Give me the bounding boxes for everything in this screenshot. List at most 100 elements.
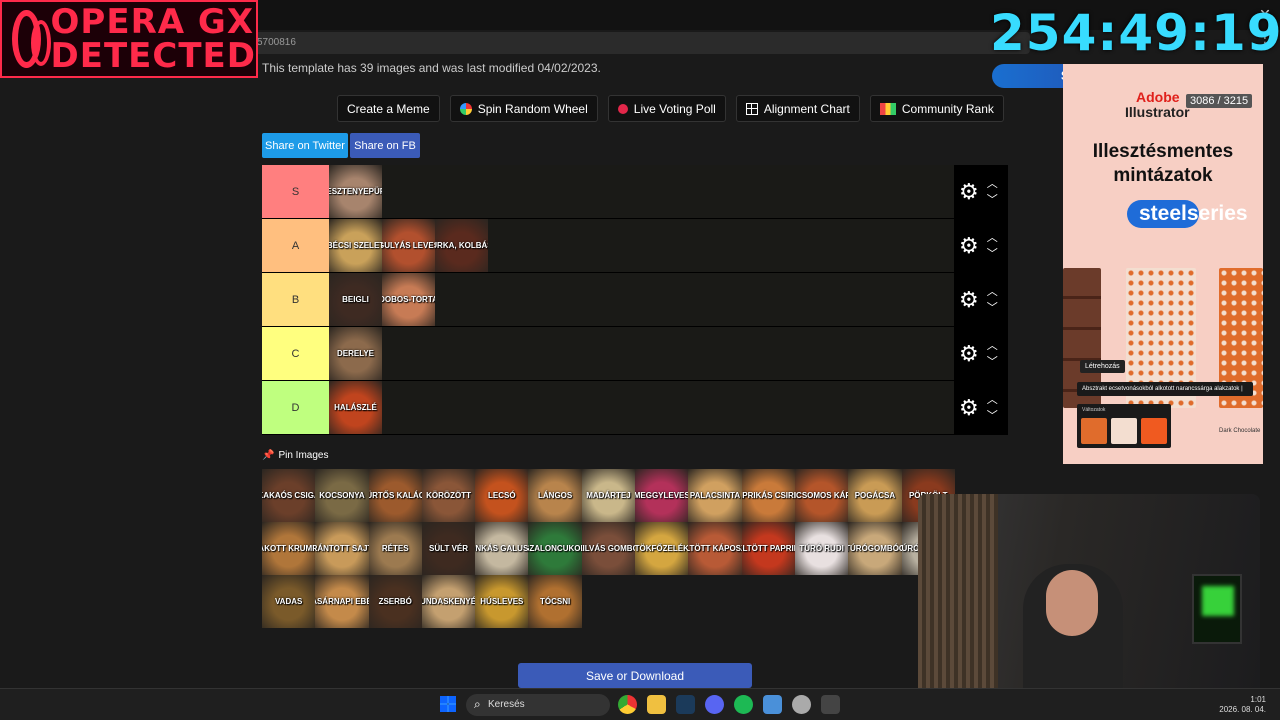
food-image[interactable]: KÖRÖZÖTT <box>421 469 476 522</box>
food-label: VADAS <box>274 597 303 606</box>
chevron-up-icon[interactable]: ︿ <box>987 338 998 354</box>
food-image[interactable]: SONKÁS GALUSKA <box>475 522 529 575</box>
food-label: TÚRÓGOMBÓC <box>848 544 901 553</box>
tier-label[interactable]: S <box>262 165 329 218</box>
create-meme-button[interactable]: Create a Meme <box>337 95 440 122</box>
food-image[interactable]: SZILVÁS GOMBÓC <box>581 522 636 575</box>
pin-images-toggle[interactable]: 📌 Pin Images <box>262 450 328 461</box>
food-label: MADÁRTEJ <box>586 491 631 500</box>
food-image[interactable]: BÉCSI SZELET <box>329 219 382 272</box>
steam-icon[interactable] <box>676 695 695 714</box>
discord-icon[interactable] <box>705 695 724 714</box>
variant-swatch <box>1081 418 1107 444</box>
food-image[interactable]: MADÁRTEJ <box>581 469 636 522</box>
voting-poll-button[interactable]: Live Voting Poll <box>607 95 726 122</box>
food-image[interactable]: GESZTENYEPÜRÉ <box>329 165 382 218</box>
food-label: HALÁSZLÉ <box>334 403 377 412</box>
food-image[interactable]: PAPRIKÁS CSIRKE <box>741 469 795 522</box>
community-rank-button[interactable]: Community Rank <box>869 95 1004 122</box>
food-image[interactable]: DOBOS-TORTA <box>382 273 435 326</box>
gear-icon[interactable]: ⚙ <box>959 180 979 203</box>
food-image[interactable]: HÚSLEVES <box>475 575 529 628</box>
sidebar-ad[interactable]: Adobe Illustrator 3086 / 3215 Illesztésm… <box>1063 64 1263 464</box>
food-image[interactable]: LECSÓ <box>475 469 529 522</box>
chevron-down-icon[interactable]: ﹀ <box>987 300 998 316</box>
food-image[interactable]: VADAS <box>262 575 316 628</box>
food-image[interactable]: PALACSINTA <box>688 469 742 522</box>
food-image[interactable]: TÓCSNI <box>528 575 582 628</box>
notepad-icon[interactable] <box>763 695 782 714</box>
gear-icon[interactable]: ⚙ <box>959 288 979 311</box>
app-icon[interactable] <box>821 695 840 714</box>
chevron-down-icon[interactable]: ﹀ <box>987 192 998 208</box>
variant-swatch <box>1141 418 1167 444</box>
tier-items[interactable]: DERELYE <box>329 327 954 380</box>
food-image[interactable]: PARADICSOMOS KÁPOSZTA <box>794 469 849 522</box>
ad-brand: Adobe <box>1136 89 1180 105</box>
food-image[interactable]: TÚRÓGOMBÓC <box>848 522 902 575</box>
food-image[interactable]: ZSERBÓ <box>368 575 422 628</box>
food-label: LÁNGOS <box>538 491 573 500</box>
food-image[interactable]: GULYÁS LEVES <box>382 219 435 272</box>
spin-wheel-button[interactable]: Spin Random Wheel <box>449 95 598 122</box>
tier-label[interactable]: C <box>262 327 329 380</box>
food-image[interactable]: KAKAÓS CSIGA <box>262 469 316 522</box>
tier-items[interactable]: GESZTENYEPÜRÉ <box>329 165 954 218</box>
chevron-up-icon[interactable]: ︿ <box>987 230 998 246</box>
food-image[interactable]: MEGGYLEVES <box>635 469 689 522</box>
chrome-icon[interactable] <box>618 695 637 714</box>
chevron-down-icon[interactable]: ﹀ <box>987 408 998 424</box>
food-image[interactable]: DERELYE <box>329 327 382 380</box>
tier-label[interactable]: A <box>262 219 329 272</box>
taskbar-search[interactable]: Keresés <box>466 694 610 716</box>
tier-items[interactable]: BEIGLI DOBOS-TORTA <box>329 273 954 326</box>
food-image[interactable]: RÁNTOTT SAJT <box>315 522 369 575</box>
food-image[interactable]: RÉTES <box>368 522 422 575</box>
gear-icon[interactable]: ⚙ <box>959 396 979 419</box>
food-image[interactable]: SÜLT VÉR <box>421 522 476 575</box>
chevron-up-icon[interactable]: ︿ <box>987 284 998 300</box>
taskbar-apps <box>618 695 840 714</box>
chevron-up-icon[interactable]: ︿ <box>987 392 998 408</box>
chevron-up-icon[interactable]: ︿ <box>987 176 998 192</box>
gear-icon[interactable]: ⚙ <box>959 342 979 365</box>
food-image[interactable]: ZUNDASKENYÉR <box>421 575 476 628</box>
ad-variants: Változatok <box>1077 404 1171 448</box>
settings-icon[interactable] <box>792 695 811 714</box>
tier-controls: ⚙ ︿ ﹀ <box>954 381 1008 434</box>
share-twitter-button[interactable]: Share on Twitter <box>262 133 348 158</box>
food-image[interactable]: TÖKFŐZELÉK <box>635 522 689 575</box>
gear-icon[interactable]: ⚙ <box>959 234 979 257</box>
food-image[interactable]: SZALONCUKOR <box>528 522 582 575</box>
chevron-down-icon[interactable]: ﹀ <box>987 246 998 262</box>
food-label: POGÁCSA <box>854 491 896 500</box>
tier-label[interactable]: D <box>262 381 329 434</box>
food-image[interactable]: POGÁCSA <box>848 469 902 522</box>
food-image[interactable]: LÁNGOS <box>528 469 582 522</box>
share-fb-button[interactable]: Share on FB <box>350 133 420 158</box>
food-image[interactable]: KÜRTŐS KALÁCS <box>368 469 422 522</box>
food-image[interactable]: TÚRÓ RUDI <box>794 522 849 575</box>
windows-start-icon[interactable] <box>440 696 456 712</box>
address-bar[interactable]: 5700816 <box>250 32 1030 54</box>
alignment-chart-button[interactable]: Alignment Chart <box>735 95 860 122</box>
chevron-down-icon[interactable]: ﹀ <box>987 354 998 370</box>
tier-row: B BEIGLI DOBOS-TORTA ⚙ ︿ ﹀ <box>262 273 1008 327</box>
food-image[interactable]: HURKA, KOLBÁSZ <box>435 219 488 272</box>
folder-icon[interactable] <box>647 695 666 714</box>
tier-items[interactable]: HALÁSZLÉ <box>329 381 954 434</box>
tier-items[interactable]: BÉCSI SZELETGULYÁS LEVESHURKA, KOLBÁSZ <box>329 219 954 272</box>
tier-row: C DERELYE ⚙ ︿ ﹀ <box>262 327 1008 381</box>
food-label: VASÁRNAPI EBÉD <box>315 597 368 606</box>
food-image[interactable]: KOCSONYA <box>315 469 369 522</box>
food-image[interactable]: TÖLTÖTT KÁPOSZTA <box>688 522 742 575</box>
food-image[interactable]: VASÁRNAPI EBÉD <box>315 575 369 628</box>
food-image[interactable]: RAKOTT KRUMPLI <box>262 522 316 575</box>
spotify-icon[interactable] <box>734 695 753 714</box>
food-label: SONKÁS GALUSKA <box>475 544 529 553</box>
food-image[interactable]: TÖLTÖTT PAPRIKA <box>741 522 795 575</box>
save-download-button[interactable]: Save or Download <box>518 663 752 688</box>
food-image[interactable]: HALÁSZLÉ <box>329 381 382 434</box>
tier-label[interactable]: B <box>262 273 329 326</box>
food-image[interactable]: BEIGLI <box>329 273 382 326</box>
